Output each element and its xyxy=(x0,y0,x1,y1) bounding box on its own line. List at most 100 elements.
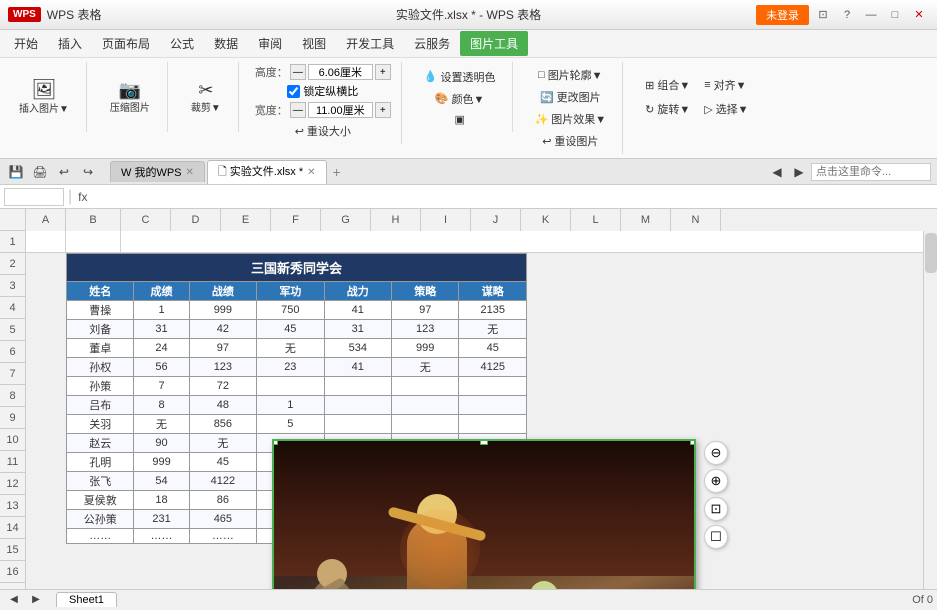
row-10[interactable]: 10 xyxy=(0,429,25,451)
cell-name-liubei[interactable]: 刘备 xyxy=(67,320,134,339)
cell-combat-caocao[interactable]: 41 xyxy=(324,301,391,320)
scrollbar-thumb[interactable] xyxy=(925,233,937,273)
tab-file[interactable]: 🗋 实验文件.xlsx * ✕ xyxy=(207,160,327,184)
menu-cloud[interactable]: 云服务 xyxy=(404,31,460,56)
set-transparent-btn[interactable]: 💧 设置透明色 xyxy=(418,66,502,88)
login-button[interactable]: 未登录 xyxy=(756,5,809,25)
cell-strat-caocao[interactable]: 97 xyxy=(392,301,459,320)
reset-size-btn[interactable]: ↩ 重设大小 xyxy=(289,120,357,142)
col-G[interactable]: G xyxy=(321,209,371,231)
maximize-btn[interactable]: □ xyxy=(885,5,905,25)
col-K[interactable]: K xyxy=(521,209,571,231)
width-minus-btn[interactable]: — xyxy=(290,102,306,118)
handle-tr[interactable] xyxy=(690,439,696,445)
height-plus-btn[interactable]: + xyxy=(375,64,391,80)
col-A[interactable]: A xyxy=(26,209,66,231)
row-16[interactable]: 16 xyxy=(0,561,25,583)
pic-style-btn[interactable]: ▣ xyxy=(448,110,470,129)
col-M[interactable]: M xyxy=(621,209,671,231)
handle-tl[interactable] xyxy=(272,439,278,445)
sheet-nav-next[interactable]: ▶ xyxy=(26,590,46,610)
zoom-out-tool-btn[interactable]: ⊖ xyxy=(704,441,728,465)
row-17[interactable]: 17 xyxy=(0,583,25,589)
cell-name-zhangfei[interactable]: 张飞 xyxy=(67,472,134,491)
menu-formula[interactable]: 公式 xyxy=(160,31,204,56)
pic-outline-btn[interactable]: □ 图片轮廓▼ xyxy=(532,64,609,86)
search-command-input[interactable] xyxy=(811,163,931,181)
image-overlay[interactable] xyxy=(272,439,696,589)
color-btn[interactable]: 🎨 颜色▼ xyxy=(429,88,491,110)
compress-btn[interactable]: 📷 压缩图片 xyxy=(103,78,157,117)
row-12[interactable]: 12 xyxy=(0,473,25,495)
cell-name-kongming[interactable]: 孔明 xyxy=(67,453,134,472)
print-quick-btn[interactable]: 🖨 xyxy=(30,162,50,182)
restore-btn[interactable]: ⊡ xyxy=(813,5,833,25)
menu-data[interactable]: 数据 xyxy=(204,31,248,56)
formula-func-icon[interactable]: fx xyxy=(76,190,89,204)
cell-name-guanyu[interactable]: 关羽 xyxy=(67,415,134,434)
save-quick-btn[interactable]: 💾 xyxy=(6,162,26,182)
row-15[interactable]: 15 xyxy=(0,539,25,561)
row-9[interactable]: 9 xyxy=(0,407,25,429)
change-pic-btn[interactable]: 🔄 更改图片 xyxy=(534,86,607,108)
width-plus-btn[interactable]: + xyxy=(375,102,391,118)
formula-input[interactable] xyxy=(94,190,934,204)
cell-name-lvbu[interactable]: 吕布 xyxy=(67,396,134,415)
col-E[interactable]: E xyxy=(221,209,271,231)
menu-review[interactable]: 审阅 xyxy=(248,31,292,56)
lock-ratio-checkbox[interactable] xyxy=(287,85,300,98)
row-11[interactable]: 11 xyxy=(0,451,25,473)
tab-mywps-close[interactable]: ✕ xyxy=(186,167,194,178)
col-D[interactable]: D xyxy=(171,209,221,231)
cell-name-gongsunice[interactable]: 公孙策 xyxy=(67,510,134,529)
menu-page-layout[interactable]: 页面布局 xyxy=(92,31,160,56)
redo-btn[interactable]: ↪ xyxy=(78,162,98,182)
cell-name-zhaoyun[interactable]: 赵云 xyxy=(67,434,134,453)
cell-ref-input[interactable] xyxy=(4,188,64,206)
row-13[interactable]: 13 xyxy=(0,495,25,517)
undo-btn[interactable]: ↩ xyxy=(54,162,74,182)
pic-effect-btn[interactable]: ✨ 图片效果▼ xyxy=(529,108,613,130)
row-8[interactable]: 8 xyxy=(0,385,25,407)
question-btn[interactable]: ? xyxy=(837,5,857,25)
sheet-nav-prev[interactable]: ◀ xyxy=(4,590,24,610)
cell-mil-caocao[interactable]: 750 xyxy=(257,301,324,320)
col-I[interactable]: I xyxy=(421,209,471,231)
col-N[interactable]: N xyxy=(671,209,721,231)
cell-name-xiahou[interactable]: 夏侯敦 xyxy=(67,491,134,510)
cell-B1[interactable] xyxy=(66,231,121,253)
tab-file-close[interactable]: ✕ xyxy=(307,167,315,178)
cell-ellipsis-1[interactable]: …… xyxy=(67,529,134,544)
col-F[interactable]: F xyxy=(271,209,321,231)
cell-name-sunjian[interactable]: 孙策 xyxy=(67,377,134,396)
cell-name-dongzhuo[interactable]: 董卓 xyxy=(67,339,134,358)
tab-mywps[interactable]: W 我的WPS ✕ xyxy=(110,161,205,182)
row-5[interactable]: 5 xyxy=(0,319,25,341)
nav-fwd-btn[interactable]: ▶ xyxy=(789,162,809,182)
col-C[interactable]: C xyxy=(121,209,171,231)
menu-view[interactable]: 视图 xyxy=(292,31,336,56)
cell-rest-1[interactable] xyxy=(121,231,923,253)
handle-tc[interactable] xyxy=(480,439,488,445)
table-title-cell[interactable]: 三国新秀同学会 xyxy=(67,254,527,282)
fit-tool-btn[interactable]: ⊡ xyxy=(704,497,728,521)
width-input[interactable] xyxy=(308,102,373,118)
reset-pic-btn[interactable]: ↩ 重设图片 xyxy=(536,130,604,152)
row-3[interactable]: 3 xyxy=(0,275,25,297)
align-btn[interactable]: ≡ 对齐▼ xyxy=(698,74,755,96)
menu-dev-tools[interactable]: 开发工具 xyxy=(336,31,404,56)
col-B[interactable]: B xyxy=(66,209,121,231)
crop-btn[interactable]: ✂ 裁剪▼ xyxy=(184,78,228,117)
height-input[interactable] xyxy=(308,64,373,80)
menu-start[interactable]: 开始 xyxy=(4,31,48,56)
row-1[interactable]: 1 xyxy=(0,231,25,253)
vertical-scrollbar[interactable] xyxy=(923,231,937,589)
cell-score-caocao[interactable]: 1 xyxy=(134,301,189,320)
menu-insert[interactable]: 插入 xyxy=(48,31,92,56)
cell-name-caocao[interactable]: 曹操 xyxy=(67,301,134,320)
row-7[interactable]: 7 xyxy=(0,363,25,385)
row-4[interactable]: 4 xyxy=(0,297,25,319)
zoom-in-tool-btn[interactable]: ⊕ xyxy=(704,469,728,493)
height-minus-btn[interactable]: — xyxy=(290,64,306,80)
rotate-btn[interactable]: ↻ 旋转▼ xyxy=(639,98,696,120)
